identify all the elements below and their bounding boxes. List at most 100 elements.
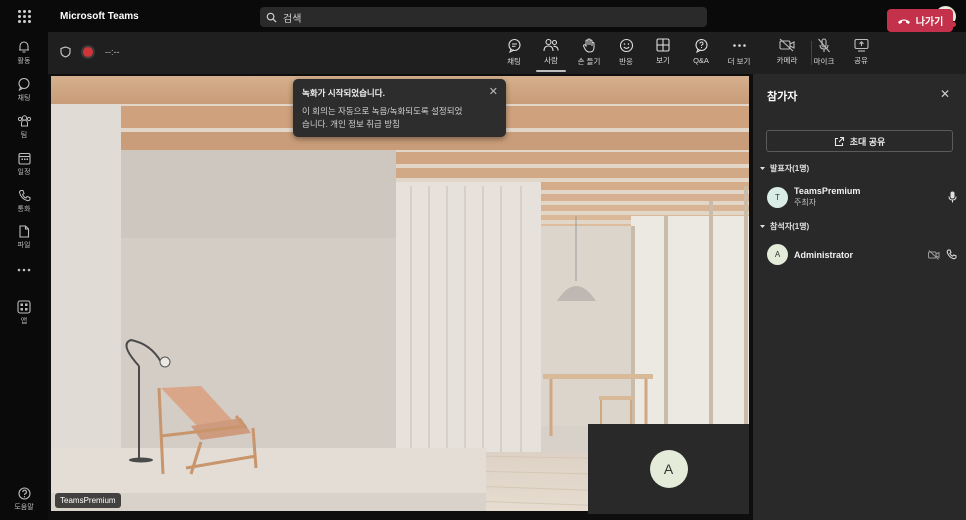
recording-indicator-icon — [83, 47, 93, 57]
phone-icon — [18, 190, 30, 202]
smile-icon — [619, 38, 633, 53]
rail-item-chat[interactable]: 채팅 — [0, 77, 48, 103]
rail-item-activity[interactable]: 활동 — [0, 40, 48, 66]
presenters-section-header[interactable]: 발표자(1명) — [759, 163, 809, 174]
rail-label: 팀 — [20, 132, 28, 139]
people-button-label: 사람 — [544, 56, 558, 65]
rail-label: 활동 — [17, 58, 31, 65]
rail-label: 통화 — [17, 206, 31, 213]
react-button[interactable]: 반응 — [609, 38, 643, 67]
rail-label: 도움말 — [14, 504, 34, 511]
rail-item-teams[interactable]: 팀 — [0, 114, 48, 140]
self-avatar: A — [649, 450, 688, 488]
rail-label: 파일 — [17, 242, 31, 249]
search-placeholder: 검색 — [283, 13, 302, 25]
participant-name: TeamsPremium — [794, 186, 861, 196]
meeting-timer: --:-- — [105, 47, 120, 57]
view-button-label: 보기 — [656, 56, 670, 65]
waffle-icon — [17, 9, 31, 23]
chat-button-label: 채팅 — [507, 57, 521, 66]
left-rail: 활동 채팅 팀 일정 통화 파일 앱 도움말 — [0, 32, 48, 520]
attendees-section-header[interactable]: 참석자(1명) — [759, 221, 809, 232]
presenter-nametag: TeamsPremium — [55, 493, 121, 508]
shield-icon[interactable] — [60, 46, 71, 58]
share-screen-icon — [853, 38, 869, 52]
app-launcher-button[interactable] — [0, 0, 48, 32]
close-icon[interactable]: ✕ — [940, 87, 950, 101]
leave-button[interactable]: 나가기 — [887, 9, 953, 32]
rail-item-calls[interactable]: 통화 — [0, 189, 48, 214]
meeting-toolbar: --:-- 채팅 사람 손 들기 반응 보기 Q&A 더 보기 카메라 마이크 … — [48, 32, 966, 74]
leave-button-label: 나가기 — [915, 17, 944, 28]
camera-button-label: 카메라 — [776, 56, 798, 65]
share-button[interactable]: 공유 — [844, 38, 878, 66]
rail-item-files[interactable]: 파일 — [0, 225, 48, 250]
participant-status — [948, 191, 957, 203]
notification-line-1: 이 회의는 자동으로 녹음/녹화되도록 설정되었 — [302, 106, 463, 116]
self-video-tile[interactable]: A — [588, 424, 749, 514]
privacy-policy-text[interactable]: 습니다. 개인 정보 취급 방침 — [302, 118, 497, 131]
rail-item-calendar[interactable]: 일정 — [0, 152, 48, 177]
mic-icon — [948, 191, 957, 203]
raise-hand-button[interactable]: 손 들기 — [572, 38, 606, 67]
share-invite-button[interactable]: 초대 공유 — [766, 130, 953, 152]
more-button[interactable]: 더 보기 — [722, 38, 756, 67]
participant-status — [928, 249, 957, 260]
participants-panel: 참가자 ✕ 초대 공유 발표자(1명) T TeamsPremium 주최자 참… — [753, 74, 966, 520]
raise-hand-button-label: 손 들기 — [577, 57, 601, 66]
participant-info: TeamsPremium 주최자 — [794, 186, 860, 208]
notification-body: 이 회의는 자동으로 녹음/녹화되도록 설정되었 습니다. 개인 정보 취급 방… — [302, 105, 497, 131]
rail-item-more[interactable] — [0, 268, 48, 274]
file-icon — [19, 225, 30, 238]
people-button[interactable]: 사람 — [534, 38, 568, 72]
more-button-label: 더 보기 — [727, 57, 751, 66]
mic-button-label: 마이크 — [813, 57, 835, 66]
chat-icon — [18, 77, 30, 91]
camera-button[interactable]: 카메라 — [770, 38, 804, 66]
close-icon[interactable]: ✕ — [489, 85, 498, 98]
search-icon — [266, 12, 277, 23]
rail-item-apps[interactable]: 앱 — [0, 300, 48, 326]
presenters-label: 발표자(1명) — [770, 164, 810, 173]
app-title: Microsoft Teams — [60, 10, 139, 22]
share-button-label: 공유 — [854, 56, 868, 65]
rail-label: 채팅 — [17, 95, 31, 102]
chat-button[interactable]: 채팅 — [497, 38, 531, 67]
avatar: A — [767, 244, 788, 265]
help-icon — [17, 487, 31, 500]
camera-off-icon — [779, 38, 795, 52]
search-box[interactable]: 검색 — [260, 7, 707, 27]
mic-button[interactable]: 마이크 — [807, 38, 841, 67]
meeting-status: --:-- — [60, 46, 120, 58]
qa-icon — [694, 38, 708, 53]
people-icon — [543, 38, 559, 52]
more-icon — [732, 44, 746, 47]
share-icon — [834, 136, 844, 146]
view-button[interactable]: 보기 — [646, 38, 680, 66]
calendar-icon — [17, 152, 31, 165]
mic-off-icon — [818, 38, 830, 53]
participant-row-presenter[interactable]: T TeamsPremium 주최자 — [767, 186, 957, 208]
rail-label: 앱 — [20, 318, 28, 325]
recording-notification: 녹화가 시작되었습니다. 이 회의는 자동으로 녹음/녹화되도록 설정되었 습니… — [293, 79, 506, 137]
grid-view-icon — [656, 38, 670, 52]
participant-row-attendee[interactable]: A Administrator — [767, 244, 957, 265]
chevron-down-icon — [760, 167, 765, 170]
panel-title: 참가자 — [767, 91, 798, 103]
avatar: T — [767, 186, 788, 208]
react-button-label: 반응 — [619, 57, 633, 66]
phone-audio-icon — [946, 249, 957, 260]
apps-icon — [17, 300, 31, 314]
participant-info: Administrator — [794, 250, 853, 260]
teams-icon — [17, 115, 31, 127]
share-invite-label: 초대 공유 — [849, 136, 886, 147]
participant-role: 주최자 — [794, 198, 817, 207]
chevron-down-icon — [760, 225, 765, 228]
more-icon — [17, 268, 31, 272]
bell-icon — [19, 41, 29, 53]
camera-off-icon — [928, 249, 940, 260]
qa-button[interactable]: Q&A — [684, 38, 718, 65]
qa-button-label: Q&A — [693, 56, 709, 65]
rail-item-help[interactable]: 도움말 — [0, 487, 48, 512]
hand-icon — [583, 38, 595, 53]
